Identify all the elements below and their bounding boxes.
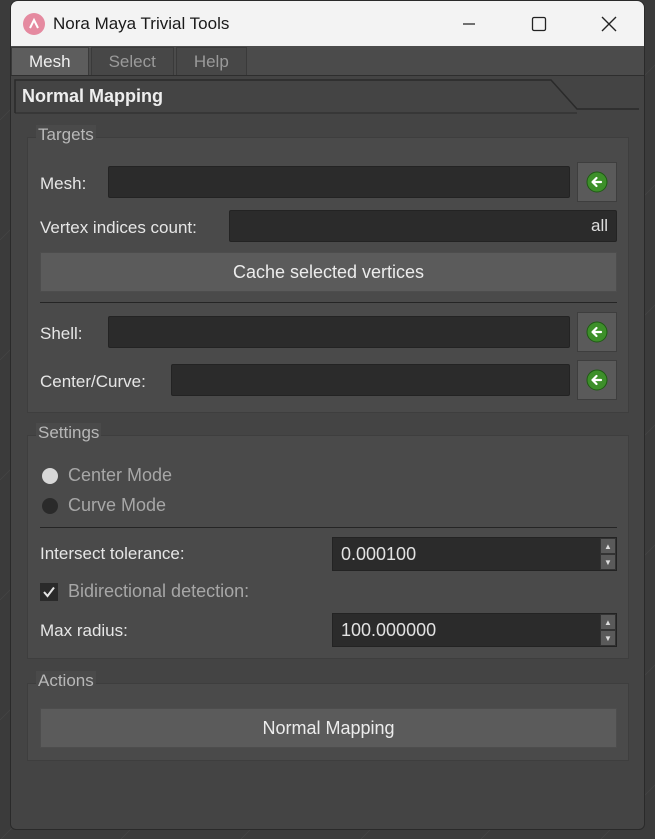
panel-header: Normal Mapping <box>11 76 644 114</box>
max-radius-spinner: ▲ ▼ <box>600 614 616 646</box>
green-arrow-left-icon <box>586 171 608 193</box>
shell-pick-button[interactable] <box>577 312 617 352</box>
menu-bar: Mesh Select Help <box>11 46 644 76</box>
intersect-tolerance-label: Intersect tolerance: <box>40 544 185 563</box>
center-mode-radio[interactable] <box>42 468 58 484</box>
intersect-tolerance-value: 0.000100 <box>341 543 417 564</box>
cache-vertices-button[interactable]: Cache selected vertices <box>40 252 617 292</box>
curve-mode-radio[interactable] <box>42 498 58 514</box>
targets-separator <box>40 302 617 303</box>
minimize-icon <box>463 22 475 25</box>
checkmark-icon <box>43 586 55 598</box>
intersect-tolerance-field[interactable]: 0.000100 ▲ ▼ <box>332 537 617 571</box>
center-curve-field[interactable] <box>171 364 570 396</box>
max-radius-field[interactable]: 100.000000 ▲ ▼ <box>332 613 617 647</box>
spin-up-icon[interactable]: ▲ <box>600 614 616 630</box>
actions-group: Actions Normal Mapping <box>27 671 629 761</box>
mesh-pick-button[interactable] <box>577 162 617 202</box>
menu-tab-help[interactable]: Help <box>175 47 247 75</box>
title-bar: Nora Maya Trivial Tools <box>11 1 644 46</box>
maximize-icon <box>531 16 547 31</box>
intersect-tolerance-spinner: ▲ ▼ <box>600 538 616 570</box>
targets-group: Targets Mesh: Vertex indices count: all … <box>27 125 629 413</box>
mesh-field[interactable] <box>108 166 570 198</box>
close-button[interactable] <box>574 1 644 46</box>
settings-separator <box>40 527 617 528</box>
targets-group-title: Targets <box>36 125 96 145</box>
maximize-button[interactable] <box>504 1 574 46</box>
center-curve-pick-button[interactable] <box>577 360 617 400</box>
panel-content: Targets Mesh: Vertex indices count: all … <box>11 115 644 825</box>
vertex-count-label: Vertex indices count: <box>40 218 197 237</box>
minimize-button[interactable] <box>434 1 504 46</box>
window-title: Nora Maya Trivial Tools <box>53 13 230 33</box>
max-radius-value: 100.000000 <box>341 619 437 640</box>
menu-tab-select[interactable]: Select <box>90 47 174 75</box>
panel-title: Normal Mapping <box>22 86 164 106</box>
actions-group-title: Actions <box>36 671 96 691</box>
curve-mode-label[interactable]: Curve Mode <box>68 495 166 516</box>
center-curve-label: Center/Curve: <box>40 372 146 391</box>
shell-label: Shell: <box>40 324 83 343</box>
window-controls <box>434 1 644 46</box>
bidirectional-label[interactable]: Bidirectional detection: <box>68 581 249 602</box>
shell-field[interactable] <box>108 316 570 348</box>
tool-window: Nora Maya Trivial Tools Mesh Select Help… <box>10 0 645 830</box>
normal-mapping-button[interactable]: Normal Mapping <box>40 708 617 748</box>
bidirectional-checkbox[interactable] <box>40 583 58 601</box>
max-radius-label: Max radius: <box>40 621 128 640</box>
spin-up-icon[interactable]: ▲ <box>600 538 616 554</box>
close-icon <box>601 16 617 31</box>
menu-tab-mesh[interactable]: Mesh <box>11 47 89 75</box>
mesh-label: Mesh: <box>40 174 87 193</box>
spin-down-icon[interactable]: ▼ <box>600 630 616 646</box>
center-mode-label[interactable]: Center Mode <box>68 465 172 486</box>
app-logo-icon <box>23 12 45 35</box>
settings-group: Settings Center Mode Curve Mode Intersec… <box>27 423 629 659</box>
settings-group-title: Settings <box>36 423 102 443</box>
green-arrow-left-icon <box>586 321 608 343</box>
spin-down-icon[interactable]: ▼ <box>600 554 616 570</box>
green-arrow-left-icon <box>586 369 608 391</box>
vertex-count-field[interactable]: all <box>229 210 617 242</box>
